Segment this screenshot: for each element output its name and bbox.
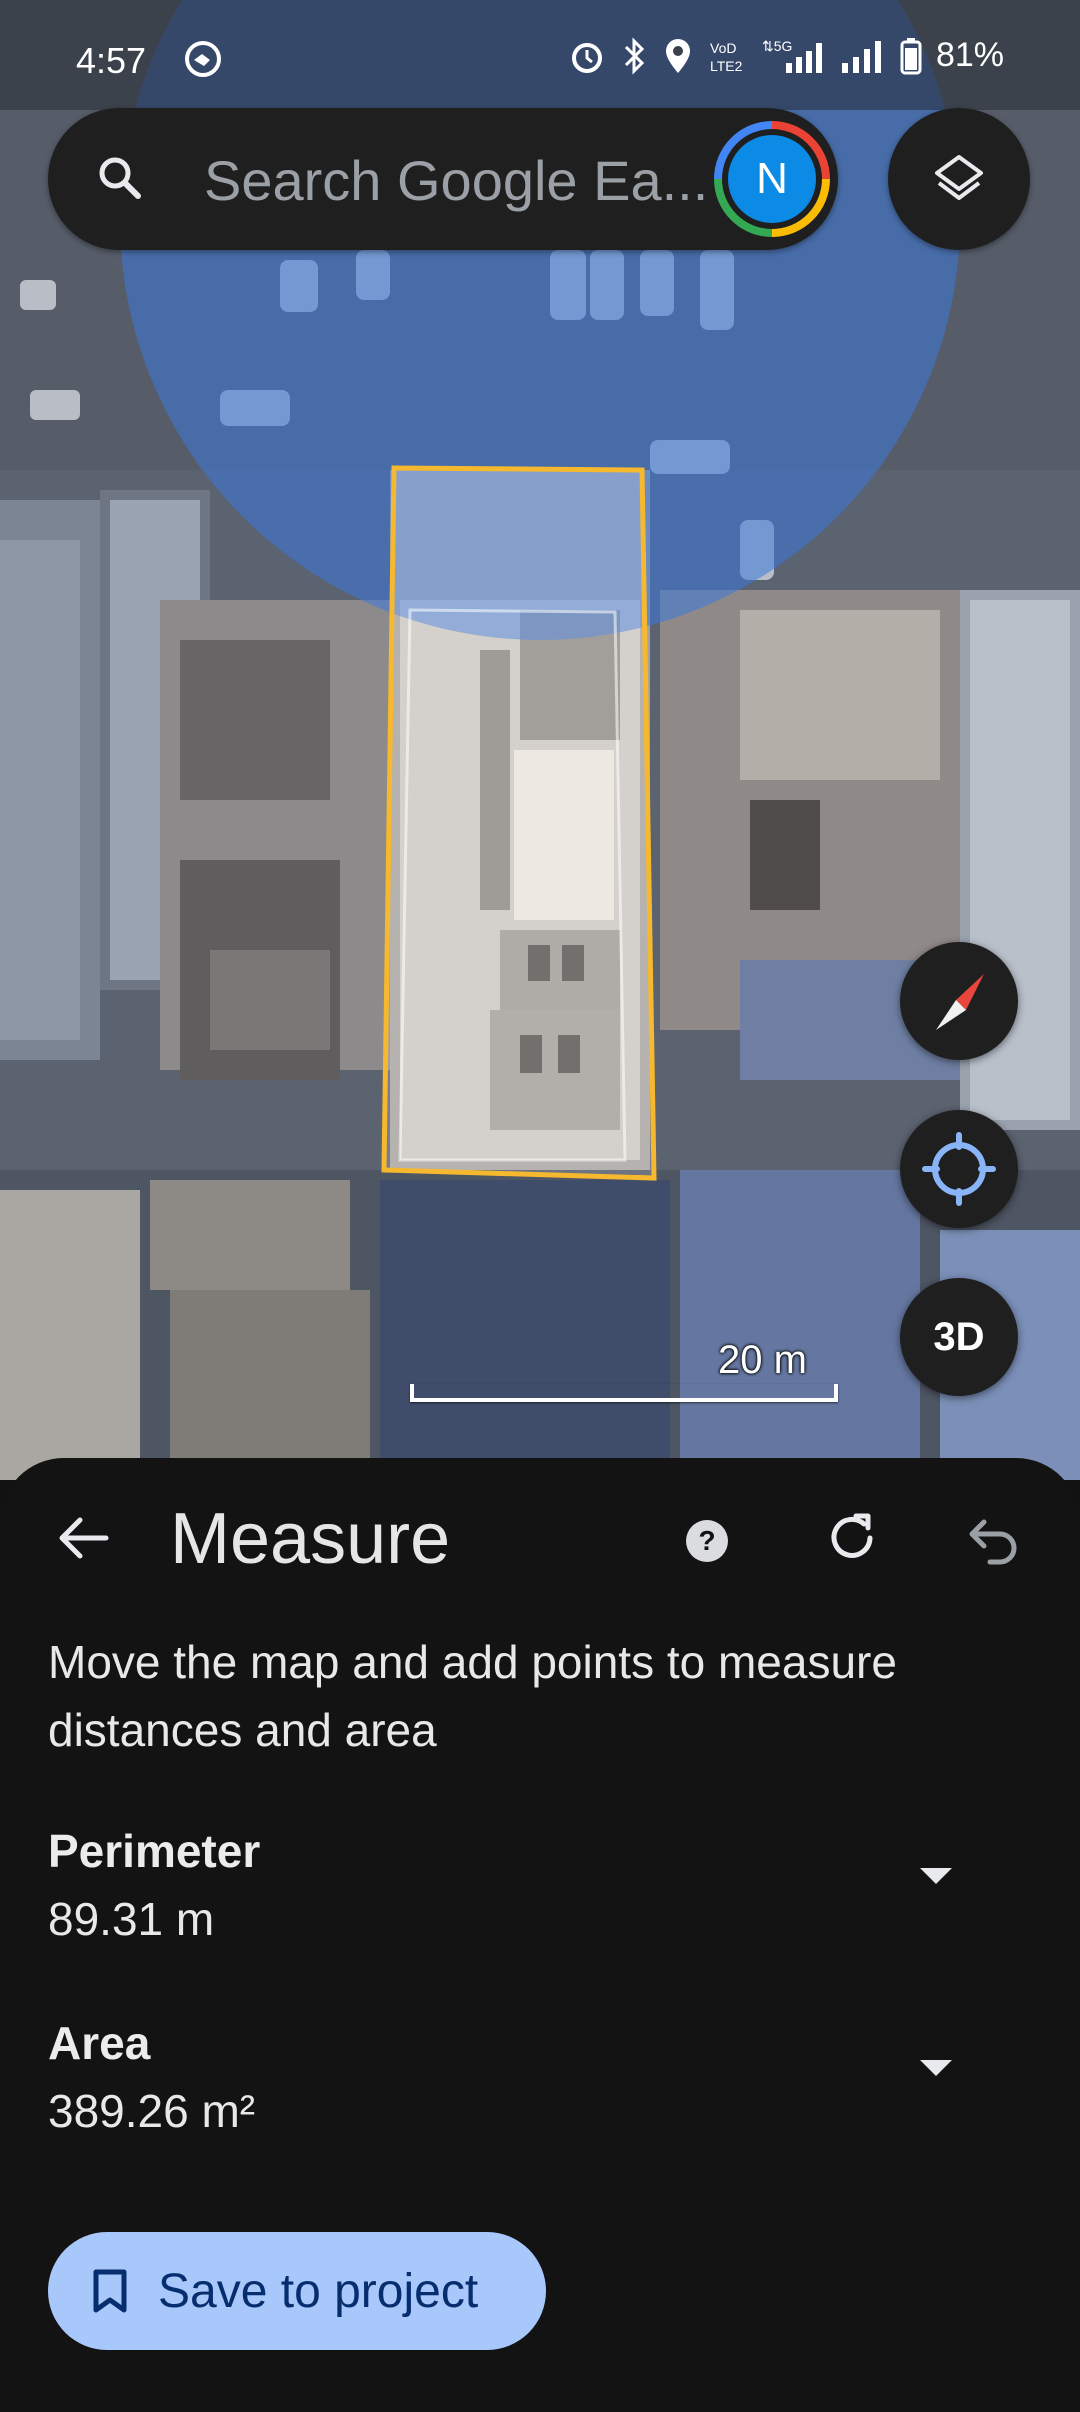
measure-polygon[interactable] — [381, 465, 657, 1181]
search-bar[interactable]: Search Google Ea... N — [48, 108, 838, 250]
layers-icon — [935, 155, 983, 200]
3d-toggle-button[interactable]: 3D — [900, 1278, 1018, 1396]
perimeter-value: 89.31 m — [48, 1893, 215, 1945]
location-icon — [662, 37, 694, 75]
area-label: Area — [48, 2017, 151, 2069]
5g-signal-icon: ⇅5G — [762, 37, 826, 75]
help-icon[interactable]: ? — [682, 1516, 732, 1571]
bluetooth-icon — [620, 36, 648, 75]
my-location-button[interactable] — [900, 1110, 1018, 1228]
avatar-letter: N — [728, 135, 816, 223]
svg-text:⇅5G: ⇅5G — [762, 38, 792, 54]
battery-percent: 81% — [935, 36, 1004, 74]
crosshair-icon — [922, 1132, 996, 1206]
scale-bar — [410, 1384, 838, 1402]
alarm-icon — [568, 37, 606, 75]
battery-icon — [900, 37, 922, 75]
save-button-label: Save to project — [158, 2265, 479, 2318]
measure-instructions: Move the map and add points to measure d… — [48, 1636, 897, 1756]
back-arrow-icon[interactable] — [54, 1508, 114, 1573]
status-time: 4:57 — [76, 40, 147, 81]
area-value: 389.26 m² — [48, 2085, 256, 2137]
scale-label: 20 m — [718, 1338, 807, 1382]
account-avatar[interactable]: N — [714, 121, 830, 237]
refresh-icon[interactable] — [822, 1508, 882, 1573]
bookmark-icon — [93, 2269, 127, 2313]
chevron-down-icon[interactable] — [918, 1864, 954, 1893]
signal-icon — [840, 37, 886, 75]
svg-text:?: ? — [698, 1525, 715, 1556]
svg-text:LTE2: LTE2 — [710, 58, 743, 74]
measure-sheet: Measure ? Move the map and add points to… — [0, 1458, 1080, 2412]
compass-button[interactable] — [900, 942, 1018, 1060]
status-bar: 4:57 VoD LTE2 ⇅5G 81% — [0, 0, 1080, 110]
app-notification-icon — [184, 40, 222, 87]
compass-icon — [936, 974, 984, 1030]
search-input[interactable]: Search Google Ea... — [204, 148, 708, 213]
save-to-project-button[interactable]: Save to project — [48, 2232, 546, 2350]
undo-icon[interactable] — [964, 1508, 1024, 1573]
svg-text:VoD: VoD — [710, 40, 736, 56]
search-icon[interactable] — [94, 152, 146, 209]
sheet-title: Measure — [170, 1499, 451, 1579]
volte-icon: VoD LTE2 — [708, 37, 748, 75]
layers-button[interactable] — [888, 108, 1030, 250]
perimeter-label: Perimeter — [48, 1825, 261, 1877]
chevron-down-icon[interactable] — [918, 2056, 954, 2085]
